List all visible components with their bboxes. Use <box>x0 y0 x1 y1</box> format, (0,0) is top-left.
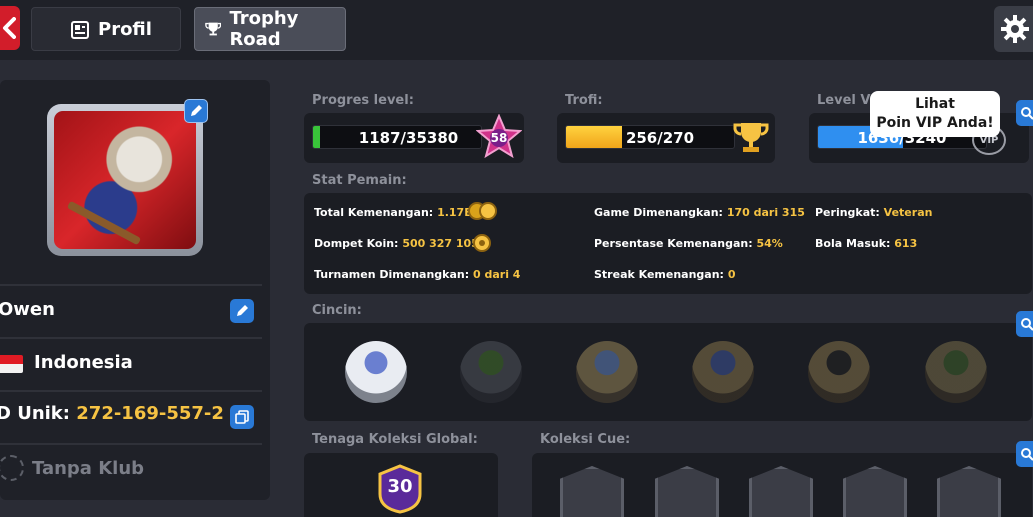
copy-id-button[interactable] <box>230 405 254 429</box>
stat-total-wins: Total Kemenangan: 1.17B <box>314 206 473 219</box>
indonesia-flag-icon <box>0 355 23 373</box>
back-button[interactable] <box>0 6 20 50</box>
cue-collection-label: Koleksi Cue: <box>540 432 631 447</box>
coin-icon <box>473 234 491 252</box>
stat-coin-wallet: Dompet Koin: 500 327 105 <box>314 237 479 250</box>
collection-power-value: 30 <box>387 476 413 497</box>
pencil-icon <box>237 305 248 316</box>
player-stats-label: Stat Pemain: <box>312 173 407 188</box>
stat-value: 500 327 105 <box>402 237 479 250</box>
divider <box>0 390 262 392</box>
trophy-label: Trofi: <box>565 93 603 108</box>
tab-trophy-road-label: Trophy Road <box>229 8 299 50</box>
stat-label: Turnamen Dimenangkan: <box>314 268 470 281</box>
level-progress-value: 1187/35380 <box>358 129 459 147</box>
stat-label: Bola Masuk: <box>815 237 891 250</box>
stat-label: Persentase Kemenangan: <box>594 237 753 250</box>
cash-gear-icon <box>468 202 497 220</box>
club-name[interactable]: Tanpa Klub <box>32 458 144 479</box>
stat-label: Game Dimenangkan: <box>594 206 723 219</box>
stat-balls-potted: Bola Masuk: 613 <box>815 237 917 250</box>
tab-trophy-road[interactable]: Trophy Road <box>194 7 346 51</box>
back-arrow-icon <box>3 17 16 39</box>
player-name: Owen <box>0 299 55 320</box>
avatar-edit-button[interactable] <box>184 99 208 123</box>
avatar-image <box>54 111 196 249</box>
search-icon <box>1021 318 1033 331</box>
ring-item[interactable] <box>692 341 754 403</box>
profile-card-icon <box>71 21 89 39</box>
stat-win-streak: Streak Kemenangan: 0 <box>594 268 735 281</box>
ring-item[interactable] <box>576 341 638 403</box>
stat-label: Total Kemenangan: <box>314 206 434 219</box>
vip-info-button[interactable] <box>1016 100 1033 126</box>
trophy-icon <box>205 22 222 36</box>
cue-stick-art <box>66 200 142 246</box>
level-progress-label: Progres level: <box>312 93 414 108</box>
search-icon <box>1021 107 1033 120</box>
copy-icon <box>235 410 249 424</box>
stat-value: 170 dari 315 <box>726 206 805 219</box>
rings-panel <box>304 323 1032 421</box>
global-collection-power-label: Tenaga Koleksi Global: <box>312 432 478 447</box>
vip-level-label: Level VI <box>817 93 876 108</box>
stat-label: Streak Kemenangan: <box>594 268 724 281</box>
unique-id: D Unik: 272-169-557-2 <box>0 403 224 424</box>
stat-tournaments-won: Turnamen Dimenangkan: 0 dari 4 <box>314 268 520 281</box>
settings-button[interactable] <box>994 6 1033 52</box>
ring-item[interactable] <box>925 341 987 403</box>
ring-item[interactable] <box>808 341 870 403</box>
stat-win-percentage: Persentase Kemenangan: 54% <box>594 237 783 250</box>
unique-id-label: D Unik: <box>0 403 70 424</box>
stat-value: 613 <box>894 237 918 250</box>
trophy-progress-value: 256/270 <box>625 129 695 147</box>
cue-info-button[interactable] <box>1016 441 1033 467</box>
gear-icon <box>1001 15 1029 43</box>
stat-value: 0 dari 4 <box>472 268 521 281</box>
level-number: 58 <box>490 131 508 145</box>
tab-profil[interactable]: Profil <box>31 7 181 51</box>
stat-label: Dompet Koin: <box>314 237 399 250</box>
stat-label: Peringkat: <box>815 206 880 219</box>
pencil-icon <box>191 105 202 116</box>
tab-profil-label: Profil <box>98 18 152 40</box>
edit-name-button[interactable] <box>230 299 254 323</box>
avatar[interactable] <box>47 104 203 256</box>
divider <box>0 443 262 445</box>
rings-label: Cincin: <box>312 303 362 318</box>
tooltip-line1: Lihat <box>915 96 955 112</box>
ring-item[interactable] <box>345 341 407 403</box>
stat-games-won: Game Dimenangkan: 170 dari 315 <box>594 206 805 219</box>
stat-value: Veteran <box>883 206 933 219</box>
country-name: Indonesia <box>34 352 133 373</box>
vip-tooltip[interactable]: Lihat Poin VIP Anda! <box>870 91 1000 137</box>
rings-info-button[interactable] <box>1016 311 1033 337</box>
unique-id-value: 272-169-557-2 <box>76 403 224 424</box>
stat-value: 0 <box>727 268 736 281</box>
divider <box>0 337 262 339</box>
divider <box>0 284 262 286</box>
stat-rank: Peringkat: Veteran <box>815 206 932 219</box>
level-progress-fill <box>313 126 320 148</box>
tooltip-line2: Poin VIP Anda! <box>876 115 994 131</box>
stat-value: 54% <box>756 237 783 250</box>
search-icon <box>1021 448 1033 461</box>
trophy-gold-icon <box>733 123 769 152</box>
ring-item[interactable] <box>460 341 522 403</box>
